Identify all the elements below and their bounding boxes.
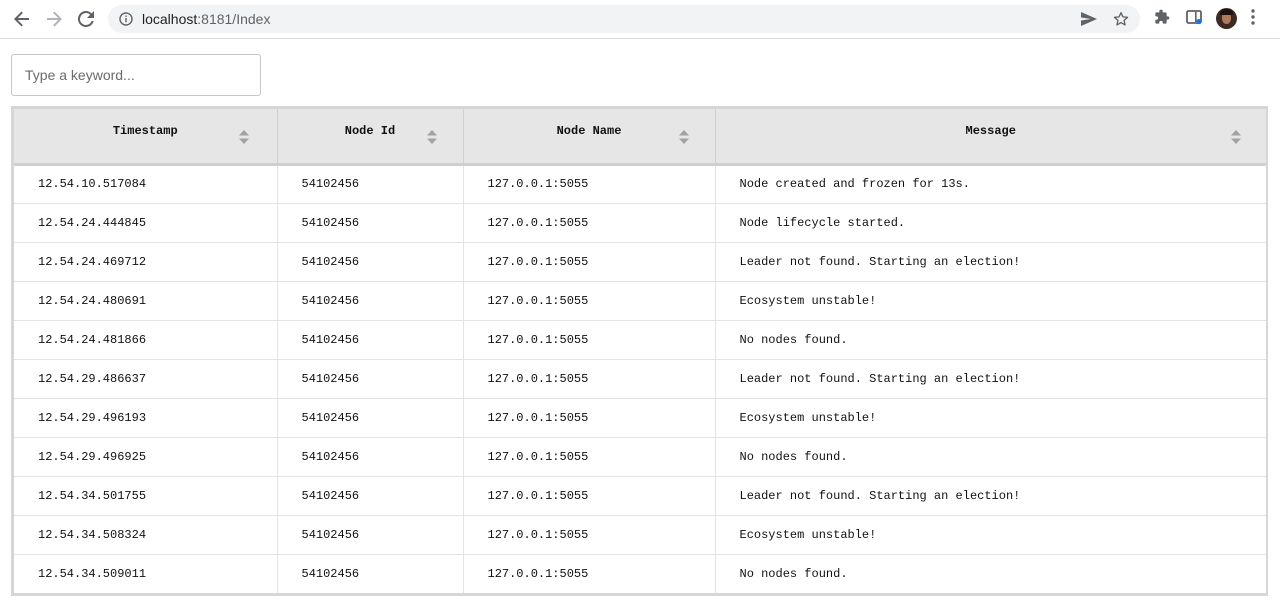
column-header-message[interactable]: Message bbox=[715, 109, 1266, 166]
table-row[interactable]: 12.54.24.444845 54102456 127.0.0.1:5055 … bbox=[14, 203, 1266, 243]
cell-node-name: 127.0.0.1:5055 bbox=[463, 281, 716, 321]
url-text[interactable]: localhost:8181/Index bbox=[142, 11, 270, 27]
cell-node-name: 127.0.0.1:5055 bbox=[463, 554, 716, 593]
cell-node-name: 127.0.0.1:5055 bbox=[463, 164, 716, 204]
cell-timestamp: 12.54.24.444845 bbox=[14, 203, 278, 243]
profile-avatar[interactable] bbox=[1216, 8, 1237, 29]
sort-icon[interactable] bbox=[1230, 130, 1241, 144]
url-host: localhost bbox=[142, 11, 198, 27]
table-body: 12.54.10.517084 54102456 127.0.0.1:5055 … bbox=[14, 164, 1266, 593]
cell-node-name: 127.0.0.1:5055 bbox=[463, 203, 716, 243]
cell-message: Leader not found. Starting an election! bbox=[715, 242, 1266, 282]
table-row[interactable]: 12.54.24.469712 54102456 127.0.0.1:5055 … bbox=[14, 242, 1266, 282]
cell-node-id: 54102456 bbox=[277, 242, 464, 282]
avatar-hair bbox=[1220, 9, 1233, 15]
cell-timestamp: 12.54.24.469712 bbox=[14, 242, 278, 282]
reload-icon bbox=[78, 11, 94, 27]
cell-message: Ecosystem unstable! bbox=[715, 398, 1266, 438]
arrow-right-icon bbox=[47, 11, 62, 27]
cell-node-name: 127.0.0.1:5055 bbox=[463, 359, 716, 399]
side-panel-icon[interactable] bbox=[1186, 9, 1202, 25]
table-row[interactable]: 12.54.29.496925 54102456 127.0.0.1:5055 … bbox=[14, 437, 1266, 477]
extensions-puzzle-icon[interactable] bbox=[1154, 9, 1170, 25]
forward-button[interactable] bbox=[41, 7, 67, 31]
table-row[interactable]: 12.54.29.486637 54102456 127.0.0.1:5055 … bbox=[14, 359, 1266, 399]
cell-node-id: 54102456 bbox=[277, 203, 464, 243]
search-input[interactable] bbox=[11, 54, 261, 96]
cell-node-id: 54102456 bbox=[277, 320, 464, 360]
log-table-container: Timestamp Node Id Node Name Message 12.5… bbox=[11, 106, 1268, 596]
column-header-label: Message bbox=[965, 124, 1016, 138]
cell-message: Leader not found. Starting an election! bbox=[715, 359, 1266, 399]
cell-node-name: 127.0.0.1:5055 bbox=[463, 320, 716, 360]
log-table: Timestamp Node Id Node Name Message 12.5… bbox=[14, 109, 1266, 593]
cell-timestamp: 12.54.29.486637 bbox=[14, 359, 278, 399]
table-row[interactable]: 12.54.34.509011 54102456 127.0.0.1:5055 … bbox=[14, 554, 1266, 593]
cell-timestamp: 12.54.29.496925 bbox=[14, 437, 278, 477]
sort-icon[interactable] bbox=[239, 130, 249, 144]
table-row[interactable]: 12.54.34.501755 54102456 127.0.0.1:5055 … bbox=[14, 476, 1266, 516]
cell-message: Ecosystem unstable! bbox=[715, 281, 1266, 321]
cell-timestamp: 12.54.34.501755 bbox=[14, 476, 278, 516]
cell-node-id: 54102456 bbox=[277, 359, 464, 399]
table-row[interactable]: 12.54.29.496193 54102456 127.0.0.1:5055 … bbox=[14, 398, 1266, 438]
column-header-node-name[interactable]: Node Name bbox=[463, 109, 716, 166]
cell-message: Leader not found. Starting an election! bbox=[715, 476, 1266, 516]
table-row[interactable]: 12.54.24.480691 54102456 127.0.0.1:5055 … bbox=[14, 281, 1266, 321]
table-row[interactable]: 12.54.10.517084 54102456 127.0.0.1:5055 … bbox=[14, 164, 1266, 204]
cell-node-name: 127.0.0.1:5055 bbox=[463, 437, 716, 477]
column-header-label: Node Id bbox=[344, 124, 396, 138]
cell-node-name: 127.0.0.1:5055 bbox=[463, 398, 716, 438]
column-header-timestamp[interactable]: Timestamp bbox=[14, 109, 278, 166]
cell-node-name: 127.0.0.1:5055 bbox=[463, 515, 716, 555]
send-icon[interactable] bbox=[1081, 12, 1097, 26]
cell-timestamp: 12.54.29.496193 bbox=[14, 398, 278, 438]
column-header-label: Node Name bbox=[556, 124, 622, 138]
column-header-node-id[interactable]: Node Id bbox=[277, 109, 464, 166]
cell-node-name: 127.0.0.1:5055 bbox=[463, 242, 716, 282]
cell-message: Node lifecycle started. bbox=[715, 203, 1266, 243]
more-vertical-icon[interactable] bbox=[1251, 9, 1255, 25]
cell-message: Ecosystem unstable! bbox=[715, 515, 1266, 555]
cell-message: Node created and frozen for 13s. bbox=[715, 164, 1266, 204]
table-row[interactable]: 12.54.34.508324 54102456 127.0.0.1:5055 … bbox=[14, 515, 1266, 555]
column-header-label: Timestamp bbox=[112, 124, 178, 138]
sort-icon[interactable] bbox=[678, 130, 689, 144]
header-row: Timestamp Node Id Node Name Message bbox=[14, 109, 1266, 166]
cell-timestamp: 12.54.24.480691 bbox=[14, 281, 278, 321]
cell-node-id: 54102456 bbox=[277, 164, 464, 204]
cell-message: No nodes found. bbox=[715, 437, 1266, 477]
cell-node-id: 54102456 bbox=[277, 515, 464, 555]
star-icon[interactable] bbox=[1113, 11, 1129, 27]
reload-button[interactable] bbox=[73, 7, 99, 31]
cell-message: No nodes found. bbox=[739, 566, 848, 581]
cell-node-id: 54102456 bbox=[277, 398, 464, 438]
info-icon[interactable] bbox=[119, 12, 133, 26]
arrow-left-icon bbox=[14, 11, 29, 27]
cell-timestamp: 12.54.10.517084 bbox=[14, 164, 278, 204]
cell-node-name: 127.0.0.1:5055 bbox=[463, 476, 716, 516]
cell-node-id: 54102456 bbox=[277, 437, 464, 477]
cell-node-id: 54102456 bbox=[277, 554, 464, 593]
table-header: Timestamp Node Id Node Name Message bbox=[14, 109, 1266, 166]
cell-node-id: 54102456 bbox=[277, 281, 464, 321]
cell-node-id: 54102456 bbox=[277, 476, 464, 516]
cell-timestamp: 12.54.24.481866 bbox=[14, 320, 278, 360]
sort-icon[interactable] bbox=[426, 130, 437, 144]
table-row[interactable]: 12.54.24.481866 54102456 127.0.0.1:5055 … bbox=[14, 320, 1266, 360]
back-button[interactable] bbox=[9, 7, 35, 31]
browser-toolbar: localhost:8181/Index bbox=[0, 0, 1280, 39]
url-path: :8181/Index bbox=[197, 11, 271, 27]
cell-timestamp: 12.54.34.508324 bbox=[14, 515, 278, 555]
cell-message: No nodes found. bbox=[715, 320, 1266, 360]
address-bar[interactable]: localhost:8181/Index bbox=[108, 5, 1140, 33]
cell-timestamp: 12.54.34.509011 bbox=[14, 554, 278, 593]
